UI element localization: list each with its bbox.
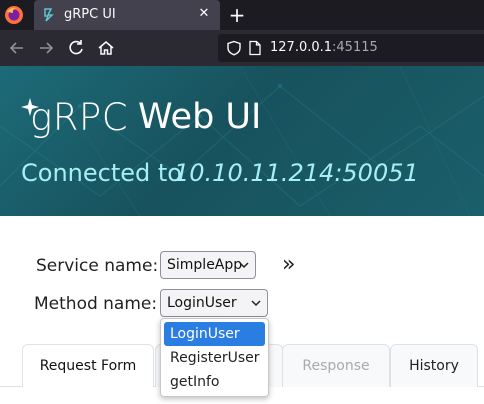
new-tab-button[interactable]: + [226,4,248,26]
connected-label: Connected to [21,159,182,187]
header-pattern [0,66,484,216]
forward-arrow-icon[interactable] [36,38,56,58]
service-name-value: SimpleApp [167,257,243,273]
chevron-down-icon [251,300,261,307]
page-icon[interactable] [248,40,262,56]
browser-tab-strip: gRPC UI ✕ + [0,0,484,30]
method-option-loginuser[interactable]: LoginUser [164,322,265,346]
url-bar[interactable]: 127.0.0.1:45115 [218,34,484,62]
firefox-icon[interactable] [4,5,24,25]
method-dropdown-list: LoginUser RegisterUser getInfo [160,318,269,397]
close-tab-icon[interactable]: ✕ [196,6,212,22]
method-option-registeruser[interactable]: RegisterUser [164,346,265,370]
method-name-select[interactable]: LoginUser [160,289,268,317]
next-arrow-icon[interactable]: » [282,252,295,277]
service-name-select[interactable]: SimpleApp [160,251,256,279]
home-icon[interactable] [96,38,116,58]
reload-icon[interactable] [66,38,86,58]
page-header: gRPC Web UI Connected to 10.10.11.214:50… [0,66,484,216]
shield-icon[interactable] [226,40,242,56]
browser-navbar: 127.0.0.1:45115 [0,30,484,66]
tab-title: gRPC UI [64,7,116,22]
chevron-down-icon [239,262,249,269]
service-name-label: Service name: [36,256,159,276]
url-host: 127.0.0.1 [270,40,333,55]
method-name-label: Method name: [34,294,158,314]
tab-request-form[interactable]: Request Form [22,344,154,387]
grpc-logo-text: gRPC [30,96,129,139]
tab-response[interactable]: Response [282,344,390,387]
url-text: 127.0.0.1:45115 [270,40,378,55]
method-option-getinfo[interactable]: getInfo [164,370,265,394]
url-port: :45115 [332,40,378,55]
back-arrow-icon[interactable] [7,38,27,58]
tab-history[interactable]: History [390,344,478,387]
connected-host: 10.10.11.214:50051 [174,159,419,187]
browser-tab-grpc-ui[interactable]: gRPC UI ✕ [34,0,220,30]
grpc-favicon-icon [44,8,54,22]
page-title: Web UI [138,97,262,137]
method-name-value: LoginUser [167,295,237,311]
